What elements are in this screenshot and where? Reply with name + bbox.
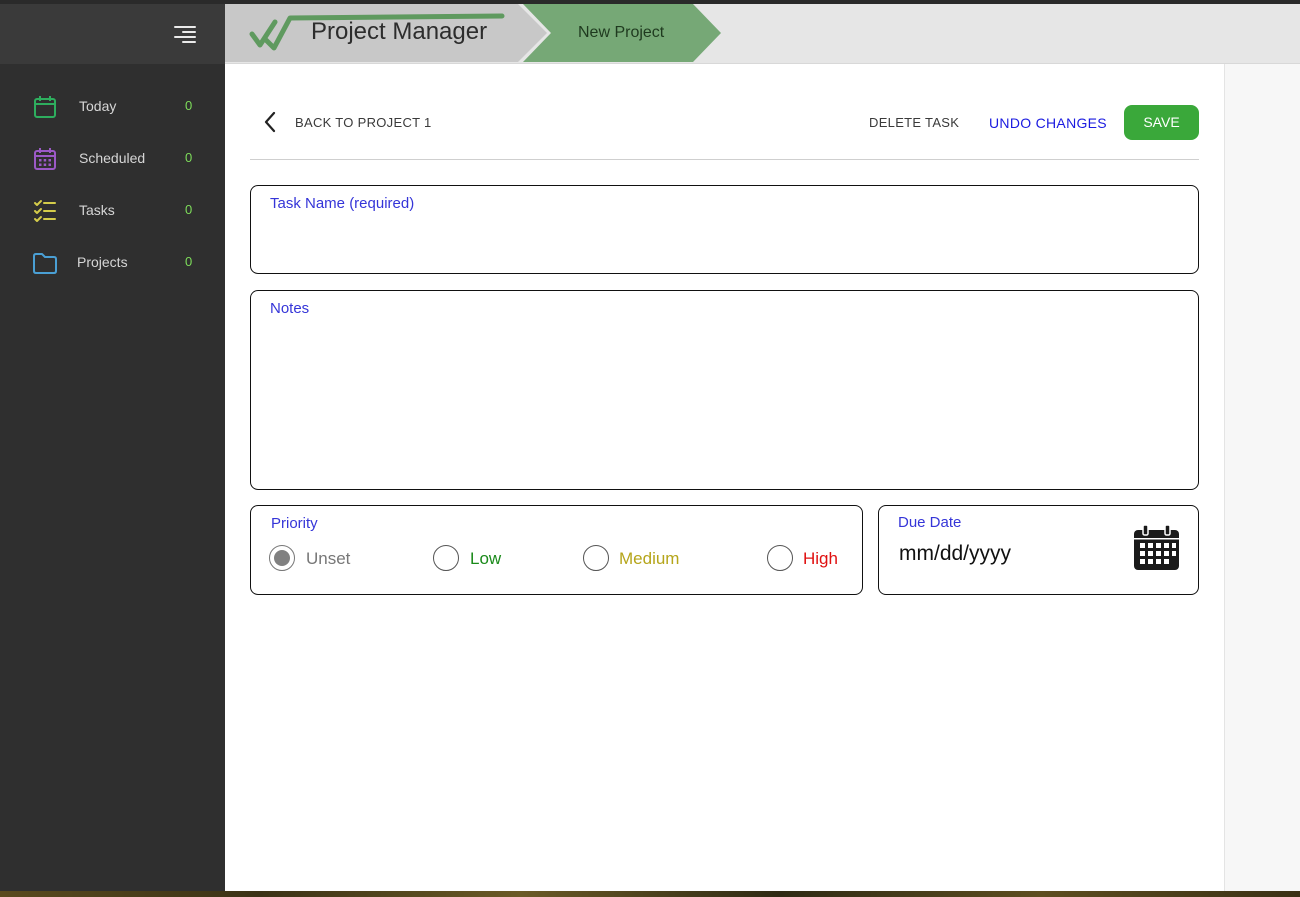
task-name-field[interactable]: Task Name (required) — [250, 185, 1199, 274]
calendar-picker-icon[interactable] — [1133, 525, 1180, 571]
task-name-input[interactable] — [269, 226, 1180, 260]
priority-group: Priority Unset Low Medium High — [250, 505, 863, 595]
priority-label-high[interactable]: High — [803, 549, 838, 569]
notes-field[interactable]: Notes — [250, 290, 1199, 490]
sidebar-item-label: Tasks — [79, 202, 115, 218]
task-name-label: Task Name (required) — [270, 195, 415, 212]
sidebar: Today 0 Scheduled 0 Tasks 0 Projects 0 — [0, 4, 225, 891]
sidebar-item-projects[interactable]: Projects 0 — [0, 242, 225, 282]
calendar-icon — [34, 96, 56, 118]
calendar-grid-icon — [34, 148, 56, 170]
due-date-field[interactable]: Due Date mm/dd/yyyy — [878, 505, 1199, 595]
due-date-label: Due Date — [898, 514, 962, 531]
toolbar-divider — [250, 159, 1199, 160]
menu-toggle-icon[interactable] — [174, 26, 196, 44]
checklist-icon — [34, 200, 56, 222]
sidebar-item-label: Scheduled — [79, 150, 146, 166]
due-date-input[interactable]: mm/dd/yyyy — [899, 542, 1011, 566]
notes-input[interactable] — [269, 329, 1180, 478]
app-title: Project Manager — [311, 18, 488, 45]
sidebar-item-label: Projects — [77, 254, 128, 270]
priority-radio-low[interactable] — [433, 545, 459, 571]
undo-changes-button[interactable]: UNDO CHANGES — [989, 115, 1107, 131]
priority-radio-medium[interactable] — [583, 545, 609, 571]
priority-label-low[interactable]: Low — [470, 549, 501, 569]
right-gutter — [1224, 64, 1300, 891]
sidebar-item-count: 0 — [185, 202, 193, 217]
sidebar-item-count: 0 — [185, 150, 193, 165]
sidebar-item-count: 0 — [185, 98, 193, 113]
sidebar-item-label: Today — [79, 98, 117, 114]
priority-label-unset[interactable]: Unset — [306, 549, 350, 569]
sidebar-item-today[interactable]: Today 0 — [0, 86, 225, 126]
priority-label: Priority — [271, 515, 318, 532]
header-breadcrumb: Project Manager New Project — [225, 4, 1300, 64]
back-button-label: BACK TO PROJECT 1 — [295, 115, 432, 130]
priority-radio-unset[interactable] — [269, 545, 295, 571]
task-editor-panel: BACK TO PROJECT 1 DELETE TASK UNDO CHANG… — [225, 64, 1224, 891]
desktop-background-strip — [0, 891, 1300, 897]
chevron-left-icon — [264, 111, 276, 133]
folder-icon — [33, 253, 57, 274]
sidebar-item-count: 0 — [185, 254, 193, 269]
sidebar-item-scheduled[interactable]: Scheduled 0 — [0, 138, 225, 178]
sidebar-item-tasks[interactable]: Tasks 0 — [0, 190, 225, 230]
priority-label-medium[interactable]: Medium — [619, 549, 679, 569]
breadcrumb-new-project[interactable]: New Project — [578, 24, 664, 42]
notes-label: Notes — [270, 300, 310, 317]
sidebar-header — [0, 4, 225, 64]
priority-radio-high[interactable] — [767, 545, 793, 571]
delete-task-button[interactable]: DELETE TASK — [869, 115, 959, 130]
save-button[interactable]: SAVE — [1124, 105, 1199, 140]
